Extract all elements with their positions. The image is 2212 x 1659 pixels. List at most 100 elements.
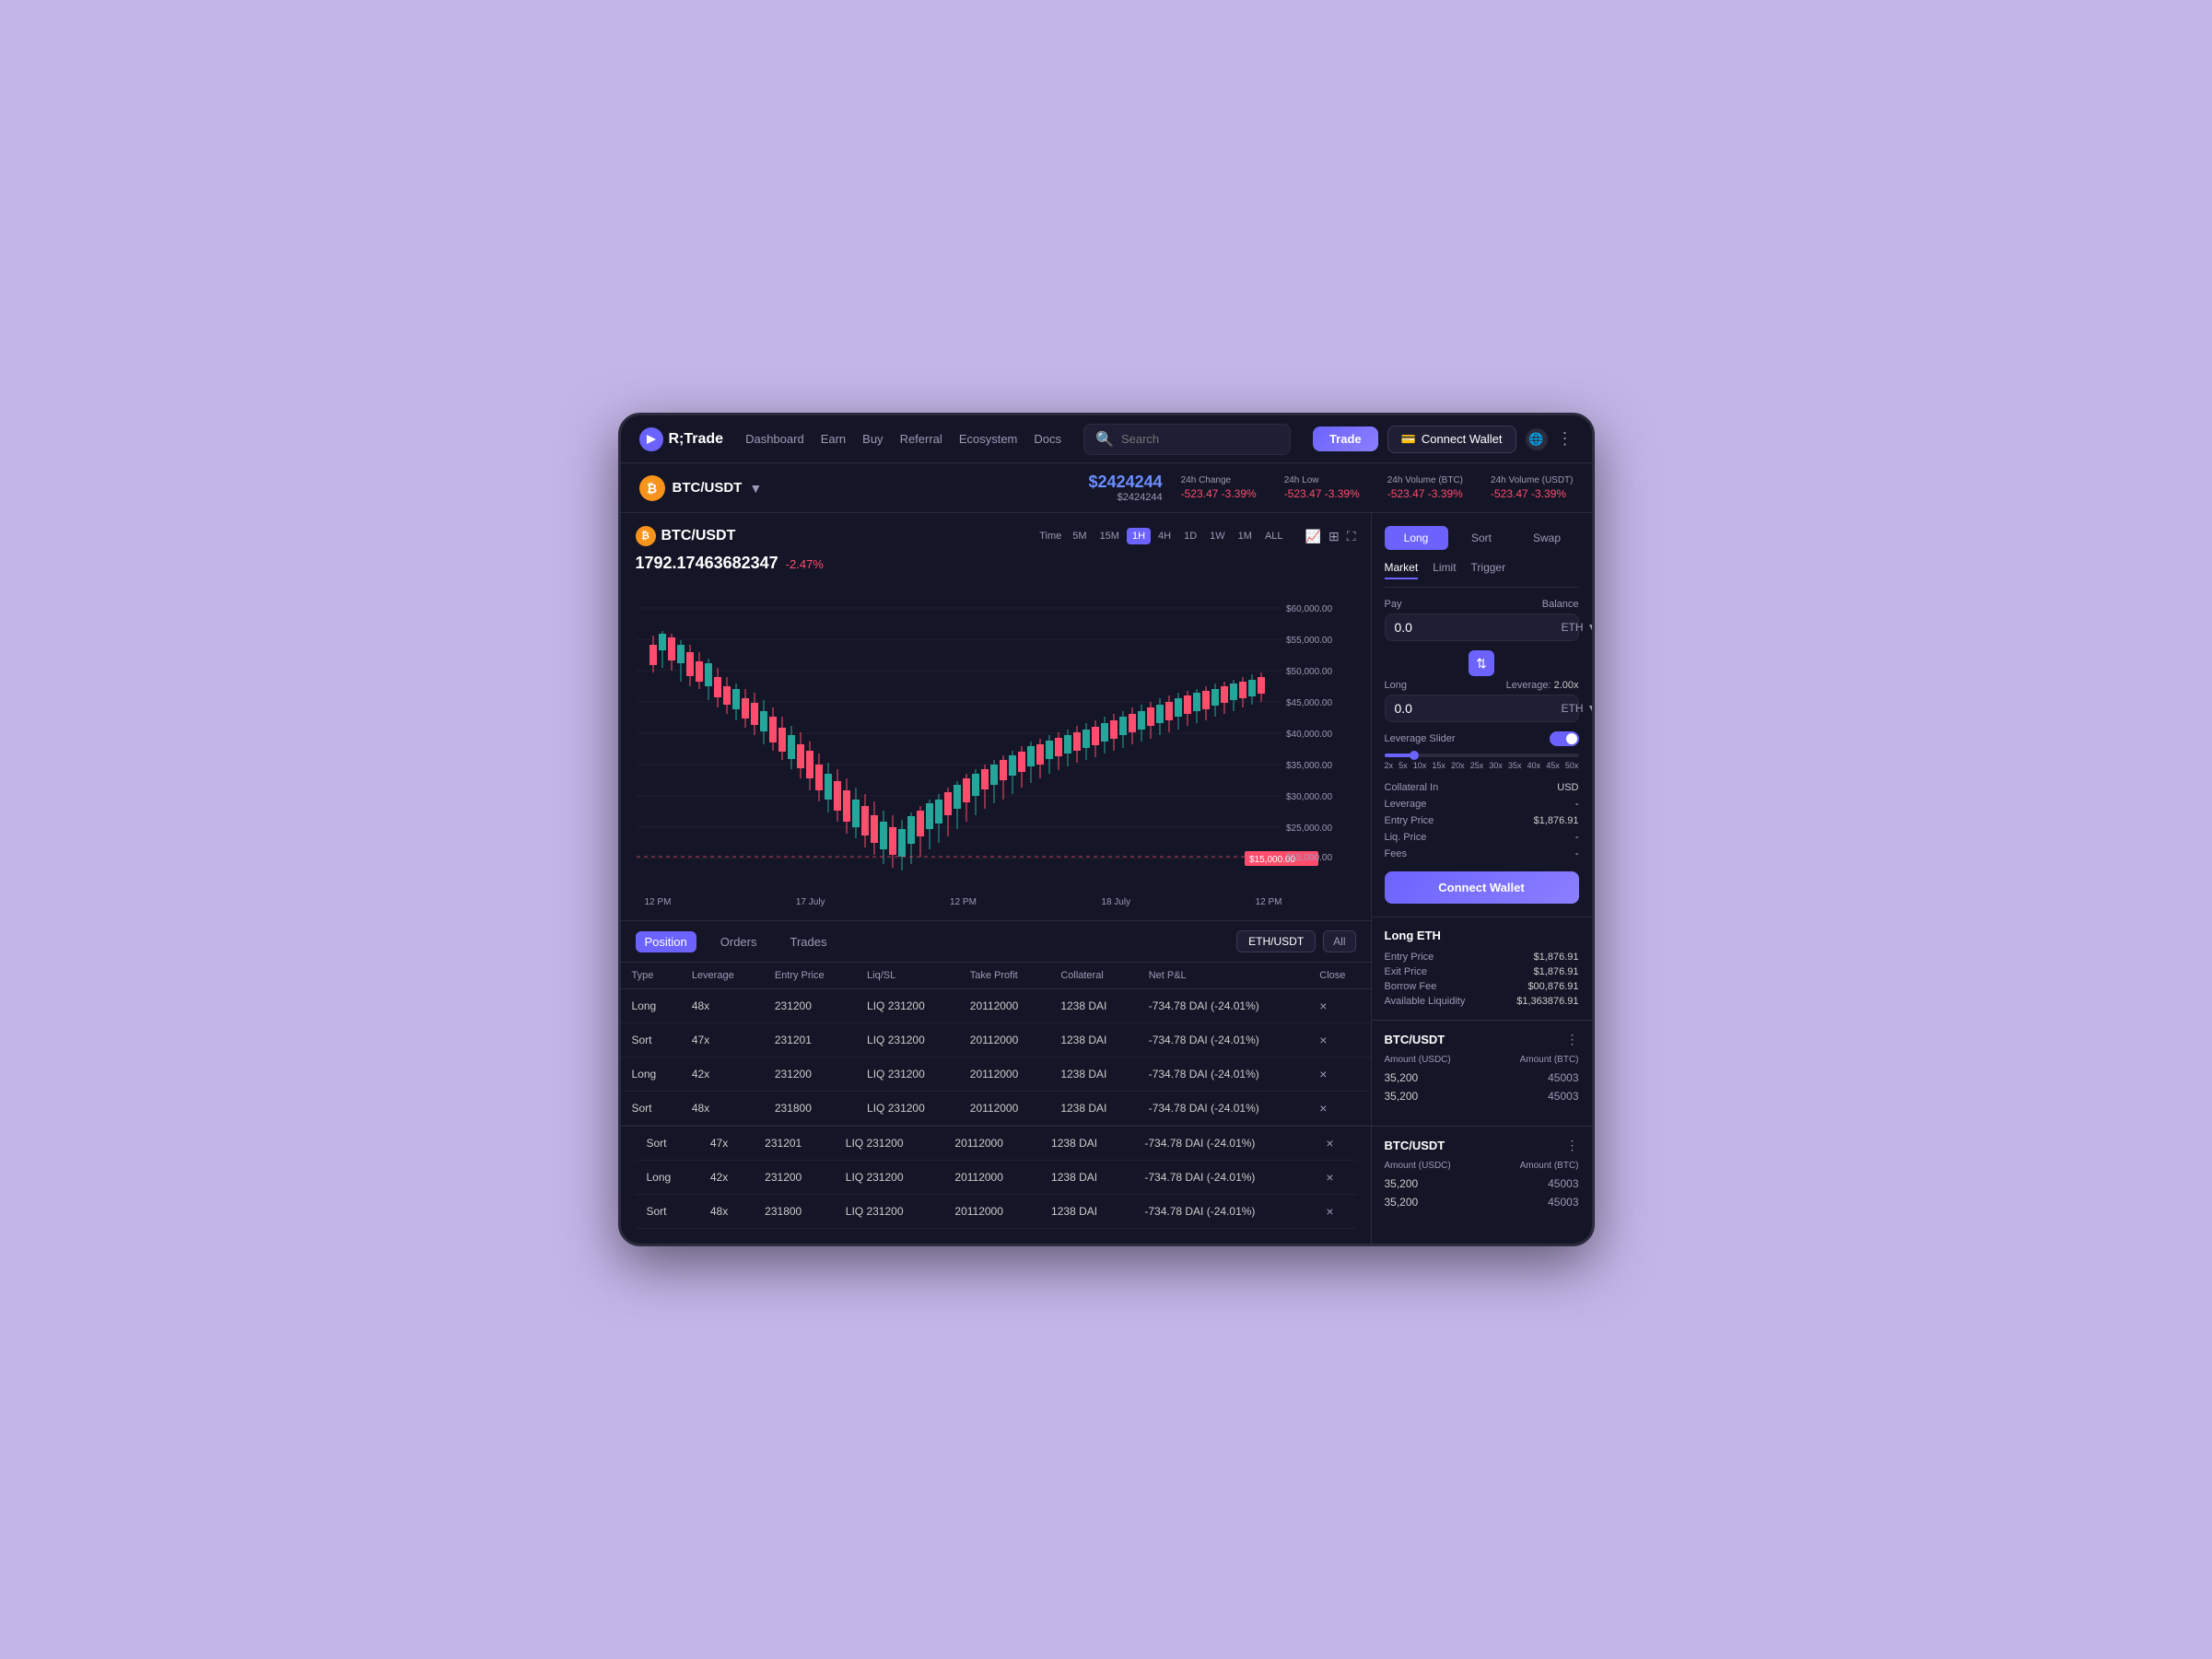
order-type-tabs: Market Limit Trigger (1385, 561, 1579, 588)
cell-leverage: 42x (699, 1161, 754, 1195)
connect-wallet-form-button[interactable]: Connect Wallet (1385, 871, 1579, 904)
tf-1w[interactable]: 1W (1204, 528, 1231, 544)
orderbook-more-icon[interactable]: ⋮ (1566, 1032, 1579, 1047)
leverage-slider-track[interactable] (1385, 754, 1579, 757)
chart-type-icon[interactable]: 📈 (1305, 529, 1321, 544)
close-row-button[interactable]: × (1319, 1033, 1327, 1047)
svg-text:$60,000.00: $60,000.00 (1286, 604, 1332, 614)
chart-timeframes: Time 5M 15M 1H 4H 1D 1W 1M ALL (1039, 528, 1288, 544)
long-field: Long Leverage: 2.00x ETH ▼ (1385, 680, 1579, 722)
search-bar[interactable]: 🔍 (1083, 424, 1291, 455)
bottom-section: Sort 47x 231201 LIQ 231200 20112000 1238… (621, 1126, 1592, 1244)
order-tab-limit[interactable]: Limit (1433, 561, 1456, 579)
fees-value: - (1575, 848, 1579, 859)
long-exit-value: $1,876.91 (1534, 966, 1579, 977)
tf-1h[interactable]: 1H (1127, 528, 1151, 544)
close-row-button[interactable]: × (1326, 1170, 1333, 1185)
tab-position[interactable]: Position (636, 931, 696, 952)
close-row-button[interactable]: × (1319, 1067, 1327, 1081)
pay-input[interactable] (1395, 620, 1562, 635)
nav-earn[interactable]: Earn (821, 432, 846, 446)
tf-5m[interactable]: 5M (1067, 528, 1092, 544)
tf-all[interactable]: ALL (1259, 528, 1289, 544)
long-entry-row: Entry Price $1,876.91 (1385, 950, 1579, 964)
order-tab-trigger[interactable]: Trigger (1471, 561, 1506, 579)
bottom-ob-more-icon[interactable]: ⋮ (1566, 1138, 1579, 1153)
globe-icon[interactable]: 🌐 (1526, 428, 1548, 450)
nav-referral[interactable]: Referral (900, 432, 942, 446)
filter-eth-usdt[interactable]: ETH/USDT (1236, 930, 1316, 952)
collateral-in-row: Collateral In USD (1385, 779, 1579, 796)
pay-currency[interactable]: ETH (1562, 621, 1584, 634)
cell-close[interactable]: × (1315, 1127, 1355, 1161)
long-eth-title: Long ETH (1385, 929, 1579, 942)
long-currency[interactable]: ETH (1562, 702, 1584, 715)
chart-pair-name: BTC/USDT (661, 528, 736, 544)
filter-all[interactable]: All (1323, 930, 1355, 952)
tab-trades[interactable]: Trades (780, 931, 836, 952)
close-row-button[interactable]: × (1326, 1136, 1333, 1151)
bottom-table: Sort 47x 231201 LIQ 231200 20112000 1238… (636, 1127, 1356, 1229)
pair-selector[interactable]: ₿ BTC/USDT ▼ (639, 475, 763, 501)
cell-close[interactable]: × (1315, 1195, 1355, 1229)
nav-ecosystem[interactable]: Ecosystem (959, 432, 1018, 446)
long-input[interactable] (1395, 701, 1562, 716)
trade-type-swap[interactable]: Swap (1516, 526, 1579, 550)
connect-wallet-nav-button[interactable]: 💳 Connect Wallet (1387, 426, 1516, 453)
chart-expand-icon[interactable]: ⊞ (1328, 529, 1340, 544)
bottom-ob-col-labels: Amount (USDC) Amount (BTC) (1385, 1161, 1579, 1171)
ticker-bar: ₿ BTC/USDT ▼ $2424244 $2424244 24h Chang… (621, 463, 1592, 513)
nav-dashboard[interactable]: Dashboard (745, 432, 804, 446)
trade-type-sort[interactable]: Sort (1450, 526, 1514, 550)
col-collateral: Collateral (1049, 963, 1137, 989)
table-filter: ETH/USDT All (1236, 930, 1355, 952)
ob-price: 35,200 (1385, 1196, 1419, 1209)
leverage-toggle[interactable] (1550, 731, 1579, 746)
main-content: ₿ BTC/USDT Time 5M 15M 1H 4H 1D 1W 1M AL… (621, 513, 1592, 1126)
long-eth-section: Long ETH Entry Price $1,876.91 Exit Pric… (1372, 917, 1592, 1021)
cell-pnl: -734.78 DAI (-24.01%) (1138, 1057, 1309, 1092)
bottom-orderbook-rows: 35,2004500335,20045003 (1385, 1174, 1579, 1211)
long-borrow-label: Borrow Fee (1385, 981, 1437, 992)
cell-close[interactable]: × (1308, 1057, 1370, 1092)
vol-usdt-value: -523.47 -3.39% (1491, 487, 1573, 500)
close-row-button[interactable]: × (1319, 999, 1327, 1013)
order-tab-market[interactable]: Market (1385, 561, 1419, 579)
more-button[interactable]: ⋮ (1557, 429, 1574, 449)
cell-entry: 231800 (764, 1092, 856, 1126)
nav-links: Dashboard Earn Buy Referral Ecosystem Do… (745, 432, 1061, 446)
swap-button[interactable]: ⇅ (1469, 650, 1494, 676)
cell-close[interactable]: × (1308, 1092, 1370, 1126)
leverage-info-row: Leverage - (1385, 796, 1579, 812)
close-row-button[interactable]: × (1326, 1204, 1333, 1219)
tf-4h[interactable]: 4H (1153, 528, 1176, 544)
cell-close[interactable]: × (1315, 1161, 1355, 1195)
search-input[interactable] (1121, 432, 1279, 446)
cell-profit: 20112000 (959, 989, 1050, 1023)
long-label-row: Long Leverage: 2.00x (1385, 680, 1579, 691)
trade-button[interactable]: Trade (1313, 426, 1378, 451)
cell-entry: 231201 (754, 1127, 835, 1161)
long-input-row: ETH ▼ (1385, 695, 1579, 722)
tab-orders[interactable]: Orders (711, 931, 767, 952)
table-section: Position Orders Trades ETH/USDT All Type… (621, 921, 1371, 1126)
tf-15m[interactable]: 15M (1094, 528, 1125, 544)
close-row-button[interactable]: × (1319, 1101, 1327, 1116)
positions-table: Type Leverage Entry Price Liq/SL Take Pr… (621, 963, 1371, 1126)
chart-fullscreen-icon[interactable]: ⛶ (1347, 529, 1356, 544)
cell-close[interactable]: × (1308, 1023, 1370, 1057)
low-label: 24h Low (1284, 475, 1360, 485)
ticker-price: $2424244 $2424244 (1089, 473, 1163, 503)
table-row: Sort 48x 231800 LIQ 231200 20112000 1238… (621, 1092, 1371, 1126)
cell-collateral: 1238 DAI (1049, 1092, 1137, 1126)
tf-1m[interactable]: 1M (1233, 528, 1258, 544)
cell-type: Sort (636, 1127, 699, 1161)
long-liq-label: Available Liquidity (1385, 996, 1466, 1007)
cell-leverage: 48x (681, 989, 764, 1023)
nav-docs[interactable]: Docs (1034, 432, 1061, 446)
tf-1d[interactable]: 1D (1178, 528, 1202, 544)
cell-entry: 231200 (754, 1161, 835, 1195)
cell-close[interactable]: × (1308, 989, 1370, 1023)
trade-type-long[interactable]: Long (1385, 526, 1448, 550)
nav-buy[interactable]: Buy (862, 432, 883, 446)
